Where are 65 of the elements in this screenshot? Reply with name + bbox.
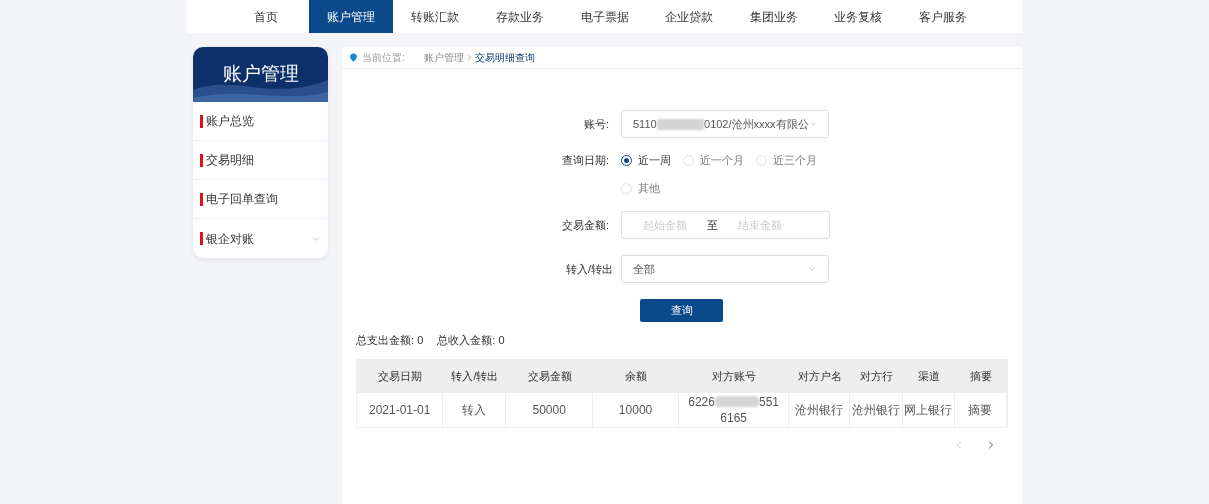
account-suffix: 551 xyxy=(758,393,779,410)
nav-tab[interactable]: 存款业务 xyxy=(477,0,563,33)
radio-option[interactable]: 其他 xyxy=(621,181,660,195)
sidebar-item[interactable]: 电子回单查询 xyxy=(193,180,328,219)
table-cell: 转入 xyxy=(443,392,507,427)
table-cell: 50000 xyxy=(506,392,593,427)
marker-bar-icon xyxy=(200,114,203,128)
redaction-mark xyxy=(714,396,759,407)
column-header: 对方账号 xyxy=(711,368,758,384)
table-cell: 沧州银行 xyxy=(850,392,903,427)
direction-select[interactable]: 全部 xyxy=(621,255,829,283)
table-cell: 2021-01-01 xyxy=(357,392,444,427)
table-cell: 10000 xyxy=(592,392,680,427)
account-prefix: 6226 xyxy=(688,393,715,410)
sidebar-label: 交易明细 xyxy=(206,152,255,169)
chevron-right-icon xyxy=(465,53,474,62)
sidebar-item[interactable]: 银企对账 xyxy=(193,219,328,258)
marker-bar-icon xyxy=(200,192,203,206)
table-cell: 网上银行 xyxy=(902,392,955,427)
account-prefix: 5110 xyxy=(633,116,657,132)
location-icon xyxy=(349,53,358,62)
summary-text: 总支出金额: 0 xyxy=(356,333,424,348)
column-header: 渠道 xyxy=(916,368,941,384)
nav-tab[interactable]: 账户管理 xyxy=(308,0,394,33)
sidebar-item[interactable]: 交易明细 xyxy=(193,141,328,180)
sidebar-label: 电子回单查询 xyxy=(206,191,279,208)
breadcrumb-link[interactable]: 账户管理 xyxy=(424,50,464,65)
sidebar-title: 账户管理 xyxy=(222,62,299,87)
summary-text: 总收入金额: 0 xyxy=(437,333,505,348)
radio-option[interactable]: 近一个月 xyxy=(683,153,744,167)
radio-option[interactable]: 近三个月 xyxy=(756,153,817,167)
sidebar-item[interactable]: 账户总览 xyxy=(193,102,328,141)
sidebar-label: 账户总览 xyxy=(206,113,255,130)
nav-tab[interactable]: 首页 xyxy=(224,0,309,33)
account-line: 6165 xyxy=(720,409,747,426)
column-header: 对方户名 xyxy=(796,368,843,384)
column-header: 余额 xyxy=(624,368,649,384)
breadcrumb-label: 当前位置: xyxy=(362,51,406,65)
chevron-down-icon xyxy=(807,264,817,274)
column-header: 交易金额 xyxy=(526,368,573,384)
sidebar-label: 银企对账 xyxy=(206,230,255,248)
column-header: 摘要 xyxy=(968,368,993,384)
account-select[interactable]: 5110 0102/沧州xxxx有限公 xyxy=(621,110,829,138)
field-label: 查询日期: xyxy=(560,153,610,167)
account-suffix: 0102/沧州xxxx有限公 xyxy=(704,116,809,132)
nav-tab[interactable]: 电子票据 xyxy=(562,0,647,33)
query-button[interactable]: 查询 xyxy=(640,299,723,322)
field-label: 交易金额: xyxy=(560,217,610,233)
column-header: 交易日期 xyxy=(377,368,424,384)
field-label: 账号: xyxy=(582,116,610,132)
table-cell: 沧州银行 xyxy=(789,392,851,427)
table-cell: 摘要 xyxy=(954,392,1007,427)
marker-bar-icon xyxy=(200,232,203,245)
column-header: 转入/转出 xyxy=(450,368,500,384)
redaction-mark xyxy=(656,118,704,130)
column-header: 对方行 xyxy=(858,368,894,384)
marker-bar-icon xyxy=(200,153,203,167)
nav-tab[interactable]: 业务复核 xyxy=(815,0,901,33)
nav-tab[interactable]: 转账汇款 xyxy=(393,0,478,33)
range-separator: 至 xyxy=(707,217,717,233)
radio-option[interactable]: 近一周 xyxy=(621,153,671,167)
nav-tab[interactable]: 企业贷款 xyxy=(646,0,732,33)
field-label: 转入/转出 xyxy=(564,261,614,277)
nav-tab[interactable]: 集团业务 xyxy=(731,0,816,33)
nav-tab[interactable]: 客户服务 xyxy=(900,0,986,33)
